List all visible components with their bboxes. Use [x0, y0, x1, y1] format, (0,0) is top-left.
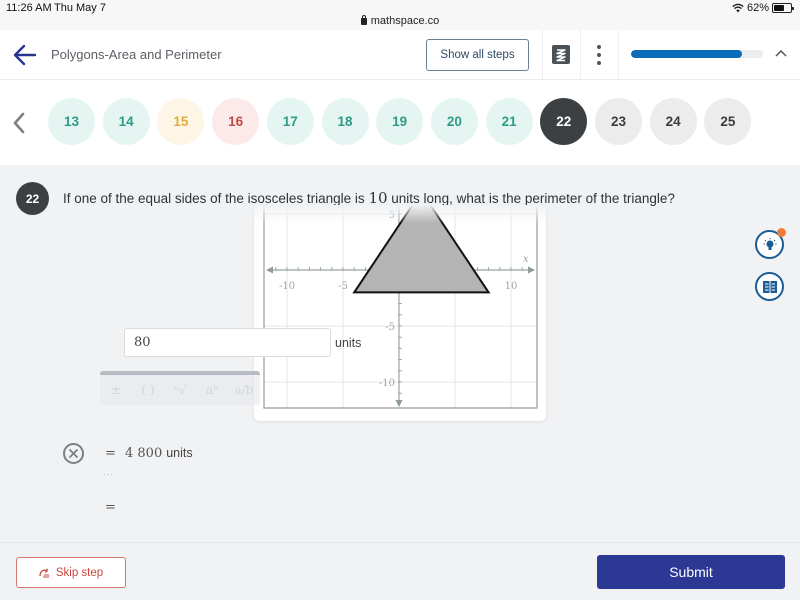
- question-bubble-23[interactable]: 23: [595, 98, 642, 145]
- question-bubble-20[interactable]: 20: [430, 98, 478, 145]
- more-options-button[interactable]: [593, 43, 605, 67]
- status-bar: 11:26 AM Thu May 7 mathspace.co 62%: [0, 0, 800, 30]
- progress-bar: [631, 50, 763, 58]
- question-bubble-18[interactable]: 18: [321, 98, 369, 145]
- x-axis-arrow-left: [266, 266, 273, 274]
- skip-step-label: Skip step: [55, 566, 104, 579]
- app-logo-button[interactable]: [552, 45, 570, 64]
- math-key[interactable]: ( ): [132, 383, 164, 397]
- chevron-up-icon: [775, 49, 787, 57]
- math-keyboard: ±( ) ⁿ√ aᵇ a/b: [100, 371, 260, 405]
- divider: [580, 30, 581, 80]
- coordinate-graph: -10-55105-5-10x: [254, 205, 546, 409]
- battery-fill: [774, 5, 784, 11]
- back-button[interactable]: [12, 43, 38, 67]
- math-key[interactable]: aᵇ: [196, 383, 228, 397]
- question-bubble-15[interactable]: 15: [157, 98, 205, 145]
- math-key[interactable]: a/b: [228, 383, 260, 397]
- previous-answer-units: units: [166, 446, 193, 460]
- y-tick-label: -10: [379, 378, 395, 389]
- ellipsis: ...: [103, 467, 115, 478]
- book-icon: [762, 280, 777, 293]
- x-axis-arrow-right: [528, 266, 535, 274]
- question-bubble-19[interactable]: 19: [376, 98, 424, 145]
- scroll-fade: [254, 205, 546, 223]
- question-content: 22 If one of the equal sides of the isos…: [0, 165, 800, 542]
- address-bar[interactable]: mathspace.co: [0, 15, 800, 27]
- page-title: Polygons-Area and Perimeter: [51, 47, 222, 62]
- divider: [542, 30, 543, 80]
- status-date: Thu May 7: [54, 2, 106, 14]
- incorrect-x-icon: [63, 443, 84, 464]
- collapse-button[interactable]: [773, 46, 789, 60]
- app-header: Polygons-Area and Perimeter Show all ste…: [0, 30, 800, 80]
- kebab-menu-icon: [597, 45, 601, 49]
- divider: [618, 30, 619, 80]
- question-number-badge: 22: [16, 182, 49, 215]
- notification-dot: [777, 228, 786, 237]
- chevron-left-icon: [13, 112, 25, 134]
- x-tick-label: 10: [505, 281, 518, 292]
- skip-step-button[interactable]: Skip step: [16, 557, 126, 588]
- skip-icon: [39, 568, 49, 577]
- question-bubble-25[interactable]: 25: [704, 98, 752, 145]
- submit-button[interactable]: Submit: [597, 555, 785, 589]
- question-bubble-21[interactable]: 21: [485, 98, 533, 145]
- zigzag-logo-icon: [556, 48, 566, 61]
- lock-icon: [360, 15, 367, 25]
- question-bubble-24[interactable]: 24: [649, 98, 697, 145]
- previous-answer-value: 4 800: [125, 446, 163, 461]
- battery-percent: 62%: [746, 2, 769, 14]
- question-navigator: 13 14 15 16 17 18 19 20 21 22 23 24 25: [0, 80, 800, 165]
- question-bubble-14[interactable]: 14: [102, 98, 150, 145]
- hint-button[interactable]: [755, 228, 786, 259]
- x-tick-label: -10: [279, 281, 295, 292]
- x-tick-label: -5: [338, 281, 348, 292]
- question-text-part: If one of the equal sides of the isoscel…: [63, 191, 369, 206]
- show-all-steps-button[interactable]: Show all steps: [426, 39, 529, 71]
- previous-questions-button[interactable]: [10, 110, 28, 136]
- math-key[interactable]: ±: [100, 383, 132, 397]
- y-tick-label: -5: [385, 322, 395, 333]
- x-axis-label: x: [523, 254, 529, 265]
- footer: Skip step Submit: [0, 542, 800, 600]
- battery-icon: [772, 3, 794, 13]
- url-text: mathspace.co: [370, 15, 440, 27]
- status-time: 11:26 AM: [6, 2, 52, 14]
- question-text-part: units long, what is the perimeter of the…: [387, 191, 675, 206]
- arrow-left-icon: [13, 44, 37, 66]
- question-bubble-16[interactable]: 16: [212, 98, 260, 145]
- wifi-icon: [732, 3, 744, 13]
- previous-answer: 4 800 units: [125, 446, 193, 461]
- graph-card: -10-55105-5-10x: [254, 205, 546, 421]
- lightbulb-icon: [763, 237, 776, 250]
- progress-fill: [631, 50, 742, 58]
- math-key[interactable]: ⁿ√: [164, 383, 196, 397]
- equals-sign: =: [105, 446, 116, 461]
- question-bubble-13[interactable]: 13: [48, 98, 95, 145]
- equals-sign: =: [105, 500, 116, 515]
- y-axis-arrow-down: [395, 400, 403, 407]
- answer-input[interactable]: [124, 328, 331, 357]
- question-bubble-22[interactable]: 22: [540, 98, 588, 145]
- worked-examples-button[interactable]: [755, 272, 784, 301]
- answer-units: units: [335, 336, 362, 350]
- question-bubble-17[interactable]: 17: [266, 98, 314, 145]
